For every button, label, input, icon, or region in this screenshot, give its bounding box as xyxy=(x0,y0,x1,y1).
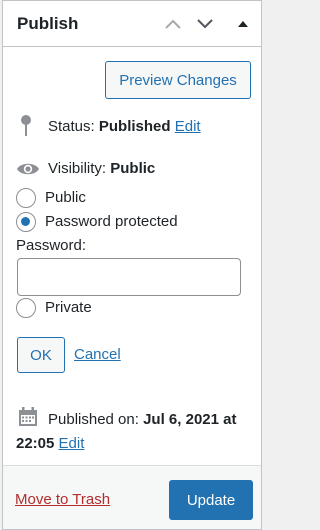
visibility-value: Public xyxy=(110,160,156,177)
chevron-up-icon[interactable] xyxy=(161,12,185,36)
published-edit-link[interactable]: Edit xyxy=(59,435,85,452)
password-label: Password: xyxy=(16,237,87,254)
radio-password-protected[interactable] xyxy=(16,212,36,232)
panel-footer: Move to Trash Update xyxy=(3,465,261,529)
status-value: Published xyxy=(98,118,171,135)
visibility-label: Visibility: xyxy=(48,160,107,177)
ok-button[interactable]: OK xyxy=(17,337,65,373)
panel-title: Publish xyxy=(17,14,79,33)
radio-password-protected-label: Password protected xyxy=(45,213,178,230)
password-input[interactable] xyxy=(17,258,241,296)
calendar-icon xyxy=(18,407,38,431)
move-to-trash-link[interactable]: Move to Trash xyxy=(15,491,110,508)
eye-icon xyxy=(16,161,40,181)
pin-icon xyxy=(19,114,33,142)
panel-header: Publish xyxy=(3,1,261,47)
chevron-down-icon[interactable] xyxy=(193,12,217,36)
radio-public[interactable] xyxy=(16,188,36,208)
published-date: Jul 6, 2021 at xyxy=(143,411,237,428)
preview-changes-button[interactable]: Preview Changes xyxy=(105,61,251,99)
published-time: 22:05 xyxy=(16,435,55,452)
status-label: Status: xyxy=(48,118,95,135)
published-row: Published on: Jul 6, 2021 at xyxy=(48,411,236,428)
status-edit-link[interactable]: Edit xyxy=(175,118,201,135)
cancel-link[interactable]: Cancel xyxy=(74,346,121,363)
published-time-row: 22:05 Edit xyxy=(16,435,84,452)
status-row: Status: Published Edit xyxy=(48,118,201,135)
published-label: Published on: xyxy=(48,411,139,428)
radio-private[interactable] xyxy=(16,298,36,318)
publish-panel: Publish Preview Changes Status: Publishe… xyxy=(2,0,262,530)
radio-public-label: Public xyxy=(45,189,86,206)
radio-private-label: Private xyxy=(45,299,92,316)
visibility-row: Visibility: Public xyxy=(48,160,155,177)
triangle-up-icon[interactable] xyxy=(231,12,255,36)
update-button[interactable]: Update xyxy=(169,480,253,520)
